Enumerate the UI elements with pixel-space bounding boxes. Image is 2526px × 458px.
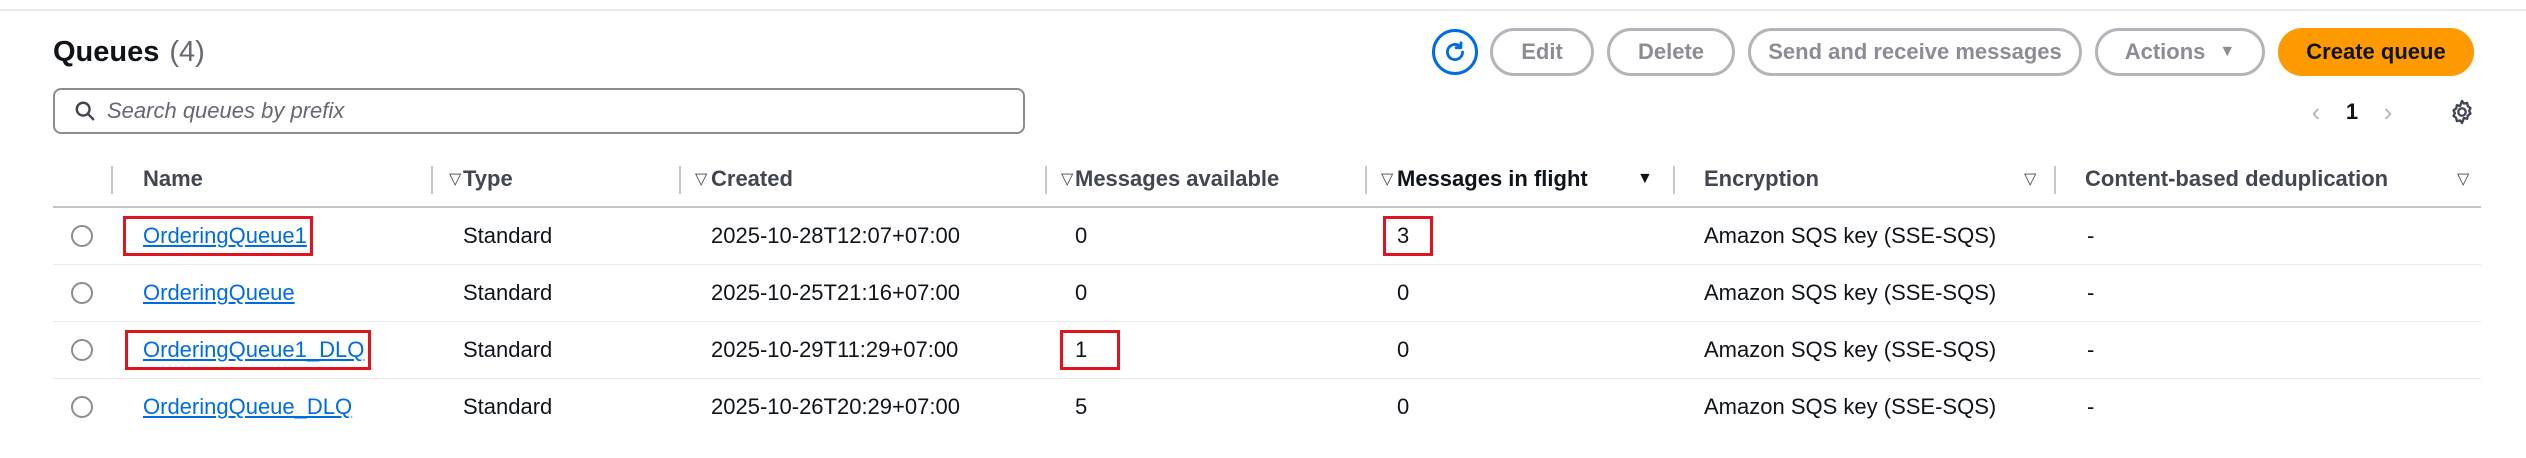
highlight-box: [1383, 216, 1433, 256]
queue-dedup: -: [2087, 394, 2095, 419]
column-header-type[interactable]: Type ▽: [463, 152, 713, 206]
sort-icon: ▽: [695, 171, 708, 188]
search-box[interactable]: [53, 88, 1025, 134]
row-select-radio[interactable]: [71, 282, 93, 304]
page-header: Queues (4): [53, 30, 205, 74]
search-input[interactable]: [105, 97, 989, 125]
sort-icon: ▽: [449, 171, 462, 188]
messages-in-flight: 0: [1397, 394, 1410, 419]
highlight-box: [125, 330, 371, 370]
highlight-box: [123, 216, 313, 256]
table-row[interactable]: OrderingQueue_DLQ Standard 2025-10-26T20…: [53, 379, 2481, 435]
caret-down-icon: ▼: [2219, 43, 2236, 60]
prev-page-icon[interactable]: ‹: [2298, 97, 2334, 128]
queue-encryption: Amazon SQS key (SSE-SQS): [1704, 280, 1997, 305]
edit-button[interactable]: Edit: [1490, 28, 1594, 76]
sort-icon: ▽: [2024, 171, 2037, 188]
sort-descending-icon: ▼: [1637, 170, 1653, 187]
queue-count: (4): [169, 35, 205, 68]
table-row[interactable]: OrderingQueue Standard 2025-10-25T21:16+…: [53, 265, 2481, 322]
sort-icon: ▽: [1381, 171, 1394, 188]
table-row[interactable]: OrderingQueue1_DLQ Standard 2025-10-29T1…: [53, 322, 2481, 379]
queue-type: Standard: [463, 394, 553, 419]
queue-encryption: Amazon SQS key (SSE-SQS): [1704, 394, 1997, 419]
column-header-name[interactable]: Name ▽: [143, 152, 473, 206]
column-header-encryption[interactable]: Encryption ▽: [1704, 152, 2084, 206]
row-select-radio[interactable]: [71, 339, 93, 361]
sort-icon: ▽: [2457, 171, 2470, 188]
messages-available: 5: [1075, 394, 1088, 419]
delete-button[interactable]: Delete: [1607, 28, 1735, 76]
column-divider: [1673, 166, 1675, 194]
search-icon: [65, 100, 105, 122]
refresh-icon: [1446, 41, 1464, 61]
sort-icon: ▽: [1061, 171, 1074, 188]
queue-type: Standard: [463, 223, 553, 248]
column-header-messages-available[interactable]: Messages available ▽: [1075, 152, 1405, 206]
column-divider: [431, 166, 433, 194]
queue-encryption: Amazon SQS key (SSE-SQS): [1704, 223, 1997, 248]
column-divider: [679, 166, 681, 194]
queue-dedup: -: [2087, 337, 2095, 362]
queue-created: 2025-10-25T21:16+07:00: [711, 280, 960, 305]
queue-dedup: -: [2087, 223, 2095, 248]
page-title: Queues: [53, 35, 160, 68]
queue-name-link[interactable]: OrderingQueue_DLQ: [143, 379, 352, 435]
actions-dropdown[interactable]: Actions ▼: [2095, 28, 2265, 76]
column-header-created[interactable]: Created ▽: [711, 152, 1073, 206]
row-select-radio[interactable]: [71, 225, 93, 247]
actions-label: Actions: [2124, 39, 2206, 64]
messages-in-flight: 0: [1397, 280, 1410, 305]
column-divider: [1365, 166, 1367, 194]
pagination: ‹ 1 ›: [2298, 94, 2406, 130]
column-divider: [1045, 166, 1047, 194]
queue-created: 2025-10-29T11:29+07:00: [711, 337, 959, 362]
queue-type: Standard: [463, 337, 553, 362]
column-header-messages-in-flight[interactable]: Messages in flight ▼: [1397, 152, 1667, 206]
table-header: Name ▽ Type ▽ Created ▽ Messages availab…: [53, 152, 2481, 208]
queue-dedup: -: [2087, 280, 2095, 305]
queue-type: Standard: [463, 280, 553, 305]
queue-created: 2025-10-28T12:07+07:00: [711, 223, 960, 248]
column-header-dedup[interactable]: Content-based deduplication ▽: [2085, 152, 2481, 206]
messages-available: 0: [1075, 280, 1088, 305]
highlight-box: [1060, 330, 1120, 370]
queue-created: 2025-10-26T20:29+07:00: [711, 394, 960, 419]
next-page-icon[interactable]: ›: [2370, 97, 2406, 128]
create-queue-button[interactable]: Create queue: [2278, 28, 2474, 76]
messages-in-flight: 0: [1397, 337, 1410, 362]
column-divider: [111, 166, 113, 194]
queue-encryption: Amazon SQS key (SSE-SQS): [1704, 337, 1997, 362]
current-page[interactable]: 1: [2334, 99, 2370, 125]
toolbar: Edit Delete Send and receive messages Ac…: [1432, 28, 2474, 76]
queue-name-link[interactable]: OrderingQueue: [143, 265, 295, 321]
queues-table: Name ▽ Type ▽ Created ▽ Messages availab…: [53, 152, 2481, 435]
send-receive-button[interactable]: Send and receive messages: [1748, 28, 2082, 76]
row-select-radio[interactable]: [71, 396, 93, 418]
column-divider: [2054, 166, 2056, 194]
messages-available: 0: [1075, 223, 1088, 248]
table-row[interactable]: OrderingQueue1 Standard 2025-10-28T12:07…: [53, 208, 2481, 265]
refresh-button[interactable]: [1432, 29, 1478, 75]
settings-gear-icon[interactable]: [2446, 96, 2478, 128]
top-divider: [0, 9, 2526, 11]
